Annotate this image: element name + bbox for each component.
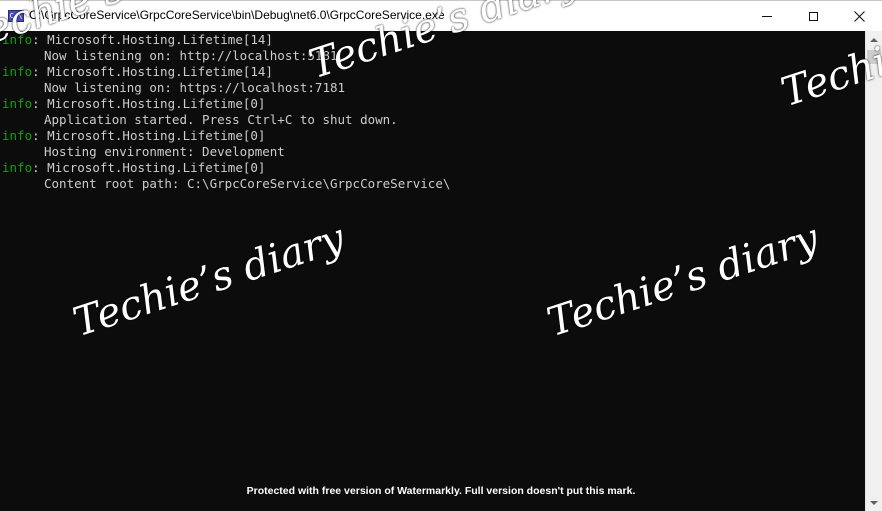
- console-line: Hosting environment: Development: [2, 144, 285, 160]
- log-level: info: [2, 64, 33, 79]
- minimize-button[interactable]: [744, 1, 790, 31]
- log-message: Hosting environment: Development: [44, 144, 285, 159]
- scroll-up-button[interactable]: [866, 31, 882, 48]
- log-message: Microsoft.Hosting.Lifetime[14]: [47, 32, 273, 47]
- scrollbar-thumb[interactable]: [867, 50, 881, 64]
- log-separator: :: [32, 128, 48, 143]
- log-separator: :: [32, 160, 48, 175]
- log-level: info: [2, 128, 33, 143]
- maximize-button[interactable]: [790, 1, 836, 31]
- console-line: info: Microsoft.Hosting.Lifetime[14]: [2, 64, 273, 80]
- close-button[interactable]: [836, 1, 882, 31]
- log-separator: :: [32, 96, 48, 111]
- log-level: info: [2, 160, 33, 175]
- title-bar[interactable]: C:\ C:\GrpcCoreService\GrpcCoreService\b…: [0, 0, 882, 31]
- console-line: info: Microsoft.Hosting.Lifetime[0]: [2, 160, 265, 176]
- minimize-icon: [762, 15, 772, 17]
- console-line: Now listening on: http://localhost:5181: [2, 48, 338, 64]
- window-title: C:\GrpcCoreService\GrpcCoreService\bin\D…: [29, 8, 445, 22]
- log-message: Microsoft.Hosting.Lifetime[14]: [47, 64, 273, 79]
- close-icon: [853, 10, 865, 22]
- scroll-down-arrow-icon: [870, 500, 878, 505]
- log-message: Content root path: C:\GrpcCoreService\Gr…: [44, 176, 451, 191]
- watermark-footer-note: Protected with free version of Watermark…: [246, 485, 636, 497]
- log-level: info: [2, 32, 33, 47]
- log-message: Now listening on: http://localhost:5181: [44, 48, 338, 63]
- console-line: Now listening on: https://localhost:7181: [2, 80, 345, 96]
- log-separator: :: [32, 32, 48, 47]
- log-message: Now listening on: https://localhost:7181: [44, 80, 346, 95]
- log-message: Application started. Press Ctrl+C to shu…: [44, 112, 398, 127]
- console-app-icon[interactable]: C:\: [8, 10, 24, 22]
- console-line: info: Microsoft.Hosting.Lifetime[0]: [2, 96, 265, 112]
- log-message: Microsoft.Hosting.Lifetime[0]: [47, 96, 266, 111]
- log-separator: :: [32, 64, 48, 79]
- console-output[interactable]: info: Microsoft.Hosting.Lifetime[14] Now …: [0, 31, 865, 511]
- console-line: info: Microsoft.Hosting.Lifetime[14]: [2, 32, 273, 48]
- console-window: C:\ C:\GrpcCoreService\GrpcCoreService\b…: [0, 0, 882, 511]
- console-line: Application started. Press Ctrl+C to shu…: [2, 112, 398, 128]
- vertical-scrollbar[interactable]: [865, 31, 882, 511]
- maximize-icon: [808, 11, 818, 21]
- scroll-up-arrow-icon: [870, 37, 878, 42]
- log-message: Microsoft.Hosting.Lifetime[0]: [47, 160, 266, 175]
- log-level: info: [2, 96, 33, 111]
- log-message: Microsoft.Hosting.Lifetime[0]: [47, 128, 266, 143]
- console-line: Content root path: C:\GrpcCoreService\Gr…: [2, 176, 450, 192]
- console-line: info: Microsoft.Hosting.Lifetime[0]: [2, 128, 265, 144]
